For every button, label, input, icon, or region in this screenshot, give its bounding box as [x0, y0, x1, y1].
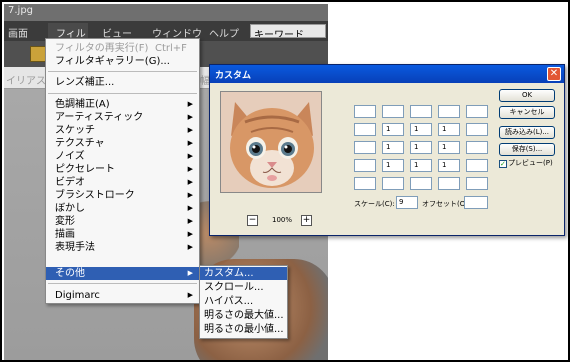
menu-item-lens-correction[interactable]: レンズ補正...	[46, 76, 199, 89]
dialog-title: カスタム	[210, 65, 564, 83]
menu-separator	[48, 71, 197, 72]
matrix-cell[interactable]	[354, 177, 376, 190]
menu-item-shortcut: Ctrl+F	[155, 43, 187, 54]
submenu-arrow-icon: ▶	[187, 152, 193, 160]
menu-separator	[48, 93, 197, 94]
matrix-cell[interactable]: 1	[382, 141, 404, 154]
matrix-cell[interactable]	[466, 141, 488, 154]
preview-checkbox[interactable]: ✓ プレビュー(P)	[499, 158, 553, 168]
submenu-arrow-icon: ▶	[187, 100, 193, 108]
matrix-cell[interactable]: 1	[382, 159, 404, 172]
offset-input[interactable]	[464, 196, 488, 209]
submenu-arrow-icon: ▶	[187, 139, 193, 147]
menu-item-render[interactable]: 描画 ▶	[46, 228, 199, 241]
matrix-cell[interactable]	[382, 105, 404, 118]
submenu-arrow-icon: ▶	[187, 178, 193, 186]
matrix-cell[interactable]	[354, 159, 376, 172]
kitten-preview-image	[221, 92, 321, 192]
submenu-arrow-icon: ▶	[187, 291, 193, 299]
submenu-arrow-icon: ▶	[187, 165, 193, 173]
preview-checkbox-label: プレビュー(P)	[508, 159, 553, 167]
submenu-arrow-icon: ▶	[187, 230, 193, 238]
menu-item-pixelate[interactable]: ピクセレート ▶	[46, 163, 199, 176]
custom-filter-dialog: カスタム ✕ − 100% + 1 1 1 1 1 1 1 1 1 スケール(C…	[209, 64, 565, 236]
cancel-button[interactable]: キャンセル	[499, 106, 555, 119]
menu-item-adjust[interactable]: 色調補正(A) ▶	[46, 98, 199, 111]
menu-item-sketch[interactable]: スケッチ ▶	[46, 124, 199, 137]
menu-item-noise[interactable]: ノイズ ▶	[46, 150, 199, 163]
submenu-arrow-icon: ▶	[187, 113, 193, 121]
menu-item-label: フィルタの再実行(F)	[55, 43, 149, 54]
menu-image[interactable]: 画面	[8, 25, 28, 40]
menu-item-brush-strokes[interactable]: ブラシストローク ▶	[46, 189, 199, 202]
submenu-arrow-icon: ▶	[187, 269, 193, 277]
window-title: 7.jpg	[4, 4, 328, 21]
matrix-cell[interactable]	[354, 141, 376, 154]
matrix-cell[interactable]	[466, 105, 488, 118]
matrix-cell[interactable]	[354, 123, 376, 136]
zoom-level: 100%	[272, 216, 293, 224]
matrix-cell[interactable]: 1	[438, 123, 460, 136]
ok-button[interactable]: OK	[499, 89, 555, 102]
submenu-item-minimum[interactable]: 明るさの最小値...	[200, 323, 287, 336]
submenu-arrow-icon: ▶	[187, 204, 193, 212]
scale-input[interactable]: 9	[396, 196, 418, 209]
menu-item-filter-gallery[interactable]: フィルタギャラリー(G)...	[46, 55, 199, 68]
tool-preset-icon[interactable]	[30, 46, 46, 62]
submenu-arrow-icon: ▶	[187, 126, 193, 134]
submenu-arrow-icon: ▶	[187, 191, 193, 199]
matrix-cell[interactable]	[466, 159, 488, 172]
matrix-cell[interactable]	[410, 177, 432, 190]
matrix-cell[interactable]: 1	[410, 159, 432, 172]
submenu-item-maximum[interactable]: 明るさの最大値...	[200, 309, 287, 322]
menu-separator	[48, 283, 197, 284]
checkmark-icon: ✓	[499, 160, 507, 168]
load-button[interactable]: 読み込み(L)...	[499, 126, 555, 139]
close-icon[interactable]: ✕	[547, 67, 561, 81]
matrix-cell[interactable]	[438, 105, 460, 118]
options-antialias-label: イリアス	[6, 76, 46, 87]
matrix-cell[interactable]: 1	[438, 141, 460, 154]
matrix-cell[interactable]: 1	[438, 159, 460, 172]
submenu-item-high-pass[interactable]: ハイパス...	[200, 295, 287, 308]
menu-item-other[interactable]: その他 ▶	[46, 267, 199, 280]
matrix-cell[interactable]	[410, 105, 432, 118]
submenu-arrow-icon: ▶	[187, 217, 193, 225]
screenshot-frame: 7.jpg 画面 フィルタ ビュー ウィンドウ ヘルプ キーワード イリアス 幅…	[0, 0, 570, 362]
menu-item-stylize[interactable]: 表現手法 ▶	[46, 241, 199, 254]
menu-item-video[interactable]: ビデオ ▶	[46, 176, 199, 189]
matrix-cell[interactable]	[438, 177, 460, 190]
save-button[interactable]: 保存(S)...	[499, 143, 555, 156]
matrix-cell[interactable]: 1	[410, 123, 432, 136]
keyword-search-field[interactable]: キーワード	[250, 24, 326, 38]
matrix-cell[interactable]: 1	[382, 123, 404, 136]
menu-item-distort[interactable]: 変形 ▶	[46, 215, 199, 228]
submenu-arrow-icon: ▶	[187, 243, 193, 251]
menu-item-blur[interactable]: ぼかし ▶	[46, 202, 199, 215]
matrix-cell[interactable]	[382, 177, 404, 190]
filter-menu: フィルタの再実行(F) Ctrl+F フィルタギャラリー(G)... レンズ補正…	[45, 38, 200, 304]
menu-item-digimarc[interactable]: Digimarc ▶	[46, 289, 199, 302]
other-submenu: カスタム... スクロール... ハイパス... 明るさの最大値... 明るさの…	[199, 265, 288, 339]
submenu-item-offset[interactable]: スクロール...	[200, 281, 287, 294]
menu-item-texture[interactable]: テクスチャ ▶	[46, 137, 199, 150]
submenu-item-custom[interactable]: カスタム...	[200, 267, 287, 280]
matrix-cell[interactable]	[466, 123, 488, 136]
zoom-in-button[interactable]: +	[301, 215, 312, 226]
scale-label: スケール(C):	[354, 200, 395, 208]
matrix-cell[interactable]	[354, 105, 376, 118]
zoom-out-button[interactable]: −	[247, 215, 258, 226]
matrix-cell[interactable]: 1	[410, 141, 432, 154]
menu-help[interactable]: ヘルプ	[209, 25, 239, 40]
matrix-cell[interactable]	[466, 177, 488, 190]
menu-item-artistic[interactable]: アーティスティック ▶	[46, 111, 199, 124]
menu-item-repeat-filter: フィルタの再実行(F) Ctrl+F	[46, 42, 199, 55]
filter-preview[interactable]	[220, 91, 322, 193]
